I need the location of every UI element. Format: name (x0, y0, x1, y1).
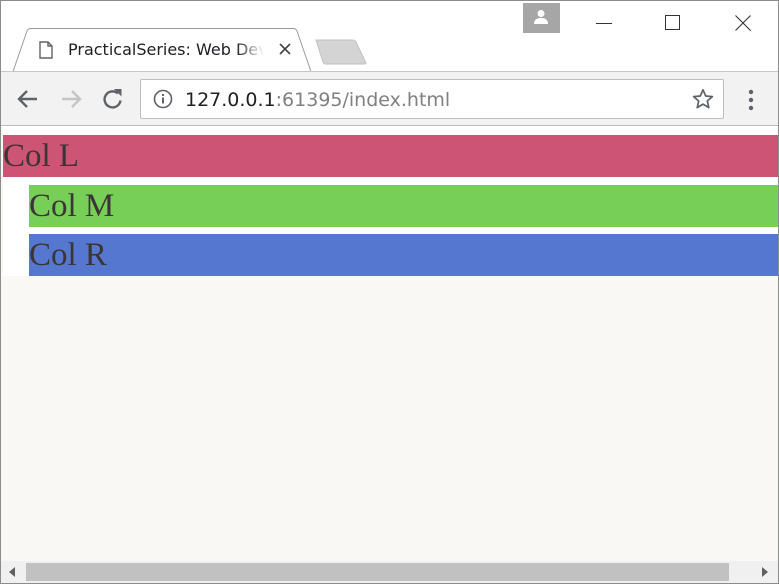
minimize-button[interactable] (581, 1, 627, 45)
triangle-right-icon (762, 567, 768, 577)
url-host: 127.0.0.1 (185, 89, 276, 111)
info-icon[interactable] (153, 89, 173, 109)
star-icon[interactable] (692, 88, 714, 110)
horizontal-scrollbar[interactable] (1, 561, 778, 583)
maximize-button[interactable] (650, 1, 696, 45)
browser-window: PracticalSeries: Web Development (0, 0, 779, 584)
page-viewport: Col L Col M Col R (1, 126, 778, 561)
arrow-left-icon[interactable] (15, 86, 41, 112)
triangle-left-icon (9, 567, 15, 577)
url-text[interactable]: 127.0.0.1:61395/index.html (185, 88, 450, 112)
person-icon (534, 10, 548, 24)
browser-toolbar: 127.0.0.1:61395/index.html (1, 71, 778, 126)
reload-icon[interactable] (100, 86, 126, 112)
document-icon (39, 41, 53, 59)
tab-title: PracticalSeries: Web Development (68, 40, 264, 59)
column-right: Col R (29, 234, 778, 276)
scroll-left-button[interactable] (1, 561, 25, 583)
column-middle: Col M (29, 185, 778, 227)
vertical-dots-icon[interactable] (743, 88, 759, 112)
title-bar: PracticalSeries: Web Development (1, 1, 778, 72)
window-close-button[interactable] (720, 1, 766, 45)
profile-button[interactable] (523, 3, 560, 33)
new-tab-button[interactable] (314, 39, 368, 65)
address-bar[interactable]: 127.0.0.1:61395/index.html (140, 79, 724, 119)
column-left: Col L (3, 135, 778, 177)
arrow-right-icon[interactable] (58, 86, 84, 112)
maximize-icon (665, 15, 680, 30)
close-icon (735, 15, 751, 31)
scrollbar-thumb[interactable] (26, 563, 729, 581)
scroll-right-button[interactable] (754, 561, 778, 583)
url-path: :61395/index.html (275, 89, 451, 111)
active-tab[interactable]: PracticalSeries: Web Development (13, 28, 311, 72)
close-icon[interactable] (278, 42, 292, 56)
minimize-icon (596, 23, 612, 24)
